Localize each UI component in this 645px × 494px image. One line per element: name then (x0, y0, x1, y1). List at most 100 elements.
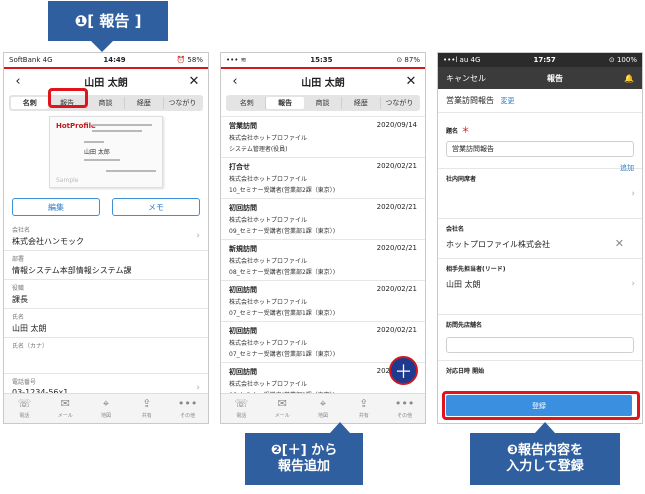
clock-text: 15:35 (310, 56, 333, 64)
card-logo: HotProfile (56, 122, 96, 130)
store-label: 訪問先店舗名 (446, 322, 483, 329)
tab-history[interactable]: 経歴 (125, 97, 164, 109)
tabbar-phone[interactable]: ☏ 電話 (221, 394, 262, 423)
tabbar-share[interactable]: ⇪ 共有 (126, 394, 167, 423)
contact-label: 相手先担当者(リード) (446, 266, 506, 273)
contact-name-title: 山田 太朗 (84, 77, 128, 89)
company-field[interactable]: 会社名 ホットプロファイル株式会社 ✕ (438, 219, 642, 259)
card-sample-watermark: Sample (56, 177, 79, 184)
callout-step3: ❸報告内容を 入力して登録 (470, 433, 620, 485)
tabbar-label: その他 (397, 413, 413, 419)
field-value: 株式会社ハンモック (12, 237, 84, 246)
callout-step1-text: ❶[ 報告 ] (74, 11, 142, 30)
tab-connections[interactable]: つながり (381, 97, 418, 109)
tab-business-card[interactable]: 名刺 (228, 97, 267, 109)
edit-button[interactable]: 編集 (12, 198, 100, 216)
tabbar-map[interactable]: ⌖ 地図 (303, 394, 344, 423)
tab-connections[interactable]: つながり (164, 97, 201, 109)
card-text-line (92, 130, 142, 132)
memo-button[interactable]: メモ (112, 198, 200, 216)
form-nav-bar: キャンセル 報告 🔔 (438, 67, 642, 89)
report-company: 株式会社ホットプロファイル (229, 217, 308, 224)
field-label: 氏名（カナ） (12, 343, 49, 350)
title-input[interactable]: 営業訪問報告 (446, 141, 634, 157)
clear-icon[interactable]: ✕ (615, 237, 624, 250)
callout-step1-pointer (91, 41, 113, 52)
bottom-tab-bar: ☏ 電話 ✉ メール ⌖ 地図 ⇪ 共有 ••• その他 (221, 393, 425, 423)
tabbar-label: 電話 (236, 413, 247, 419)
tabbar-mail[interactable]: ✉ メール (262, 394, 303, 423)
tabbar-map[interactable]: ⌖ 地図 (86, 394, 127, 423)
chevron-right-icon: › (196, 383, 200, 393)
phone-report-form: •••l au 4G 17:57 ⊙ 100% キャンセル 報告 🔔 営業訪問報… (437, 52, 643, 424)
report-company: 株式会社ホットプロファイル (229, 258, 308, 265)
tabbar-label: メール (274, 413, 290, 419)
report-detail: 10_セミナー受講者(営業部2課（東京）) (229, 187, 336, 194)
list-item[interactable]: 初回訪問 2020/02/21 株式会社ホットプロファイル 07_セミナー受講者… (221, 281, 425, 322)
tabbar-label: その他 (180, 413, 196, 419)
tabbar-mail[interactable]: ✉ メール (45, 394, 86, 423)
business-card-image[interactable]: HotProfile 山田 太郎 Sample (49, 116, 163, 188)
battery-text: ⊙ 87% (396, 56, 420, 64)
report-date: 2020/09/14 (376, 121, 417, 129)
list-item[interactable]: 打合せ 2020/02/21 株式会社ホットプロファイル 10_セミナー受講者(… (221, 158, 425, 199)
field-label: 役職 (12, 285, 25, 292)
tab-history[interactable]: 経歴 (342, 97, 381, 109)
form-title: 報告 (547, 73, 564, 83)
report-company: 株式会社ホットプロファイル (229, 340, 308, 347)
change-type-link[interactable]: 変更 (501, 97, 515, 105)
list-item[interactable]: 営業訪問 2020/09/14 株式会社ホットプロファイル システム管理者(役員… (221, 117, 425, 158)
map-pin-icon: ⌖ (102, 397, 110, 410)
field-name-kana: 氏名（カナ） (4, 338, 208, 374)
report-type-header: 営業訪問報告 変更 (438, 89, 642, 113)
carrier-text: •••l au 4G (443, 56, 481, 64)
tab-report[interactable]: 報告 (266, 97, 304, 109)
report-detail: 07_セミナー受講者(営業部1課（東京）) (229, 351, 336, 358)
contact-field[interactable]: 相手先担当者(リード) 山田 太朗 › (438, 259, 642, 315)
callout-step1: ❶[ 報告 ] (48, 1, 168, 41)
field-label: 部署 (12, 256, 25, 263)
tabbar-more[interactable]: ••• その他 (384, 394, 425, 423)
card-text-line (106, 170, 156, 172)
more-icon: ••• (394, 397, 415, 410)
tab-deals[interactable]: 商談 (304, 97, 343, 109)
contact-fields: 会社名 株式会社ハンモック › 部署 情報システム本部情報システム課 役職 課長… (4, 222, 208, 402)
datetime-label: 対応日時 開始 (446, 368, 485, 375)
cancel-button[interactable]: キャンセル (446, 73, 486, 84)
add-report-button[interactable]: ＋ (389, 356, 418, 385)
back-icon[interactable]: ‹ (228, 74, 242, 89)
callout-step2-line2: 報告追加 (277, 459, 330, 474)
callout-step3-line2: 入力して登録 (506, 459, 584, 474)
field-company[interactable]: 会社名 株式会社ハンモック › (4, 222, 208, 251)
tab-deals[interactable]: 商談 (87, 97, 126, 109)
register-button[interactable]: 登録 (446, 395, 632, 416)
bell-icon[interactable]: 🔔 (624, 74, 634, 83)
tab-business-card[interactable]: 名刺 (11, 97, 49, 109)
list-item[interactable]: 新規訪問 2020/02/21 株式会社ホットプロファイル 08_セミナー受講者… (221, 240, 425, 281)
title-field-section: 題名＊ 営業訪問報告 追加 (438, 113, 642, 172)
field-label: 電話番号 (12, 379, 37, 386)
close-icon[interactable]: ✕ (187, 74, 201, 89)
store-input[interactable] (446, 337, 634, 353)
clock-text: 14:49 (103, 56, 126, 64)
list-item[interactable]: 初回訪問 2020/02/21 株式会社ホットプロファイル 09_セミナー受講者… (221, 199, 425, 240)
phone-icon: ☏ (17, 397, 32, 410)
clock-text: 17:57 (533, 56, 556, 64)
report-detail: 07_セミナー受講者(営業部1課（東京）) (229, 310, 336, 317)
colleague-field[interactable]: 社内同席者 › (438, 169, 642, 219)
report-date: 2020/02/21 (376, 162, 417, 170)
tutorial-figure: SoftBank 4G 14:49 ⏰ 58% ‹ 山田 太朗 ✕ 名刺 報告 … (0, 0, 645, 494)
field-label: 氏名 (12, 314, 25, 321)
tabbar-share[interactable]: ⇪ 共有 (343, 394, 384, 423)
back-icon[interactable]: ‹ (11, 74, 25, 89)
report-date: 2020/02/21 (376, 244, 417, 252)
report-company: 株式会社ホットプロファイル (229, 135, 308, 142)
tabbar-label: 地図 (317, 413, 328, 419)
callout-step2: ❷[＋] から 報告追加 (245, 433, 363, 485)
tab-report[interactable]: 報告 (48, 97, 87, 109)
report-type-title: 営業訪問報告 (446, 96, 494, 105)
close-icon[interactable]: ✕ (404, 74, 418, 89)
company-label: 会社名 (446, 226, 465, 233)
tabbar-more[interactable]: ••• その他 (167, 394, 208, 423)
tabbar-phone[interactable]: ☏ 電話 (4, 394, 45, 423)
